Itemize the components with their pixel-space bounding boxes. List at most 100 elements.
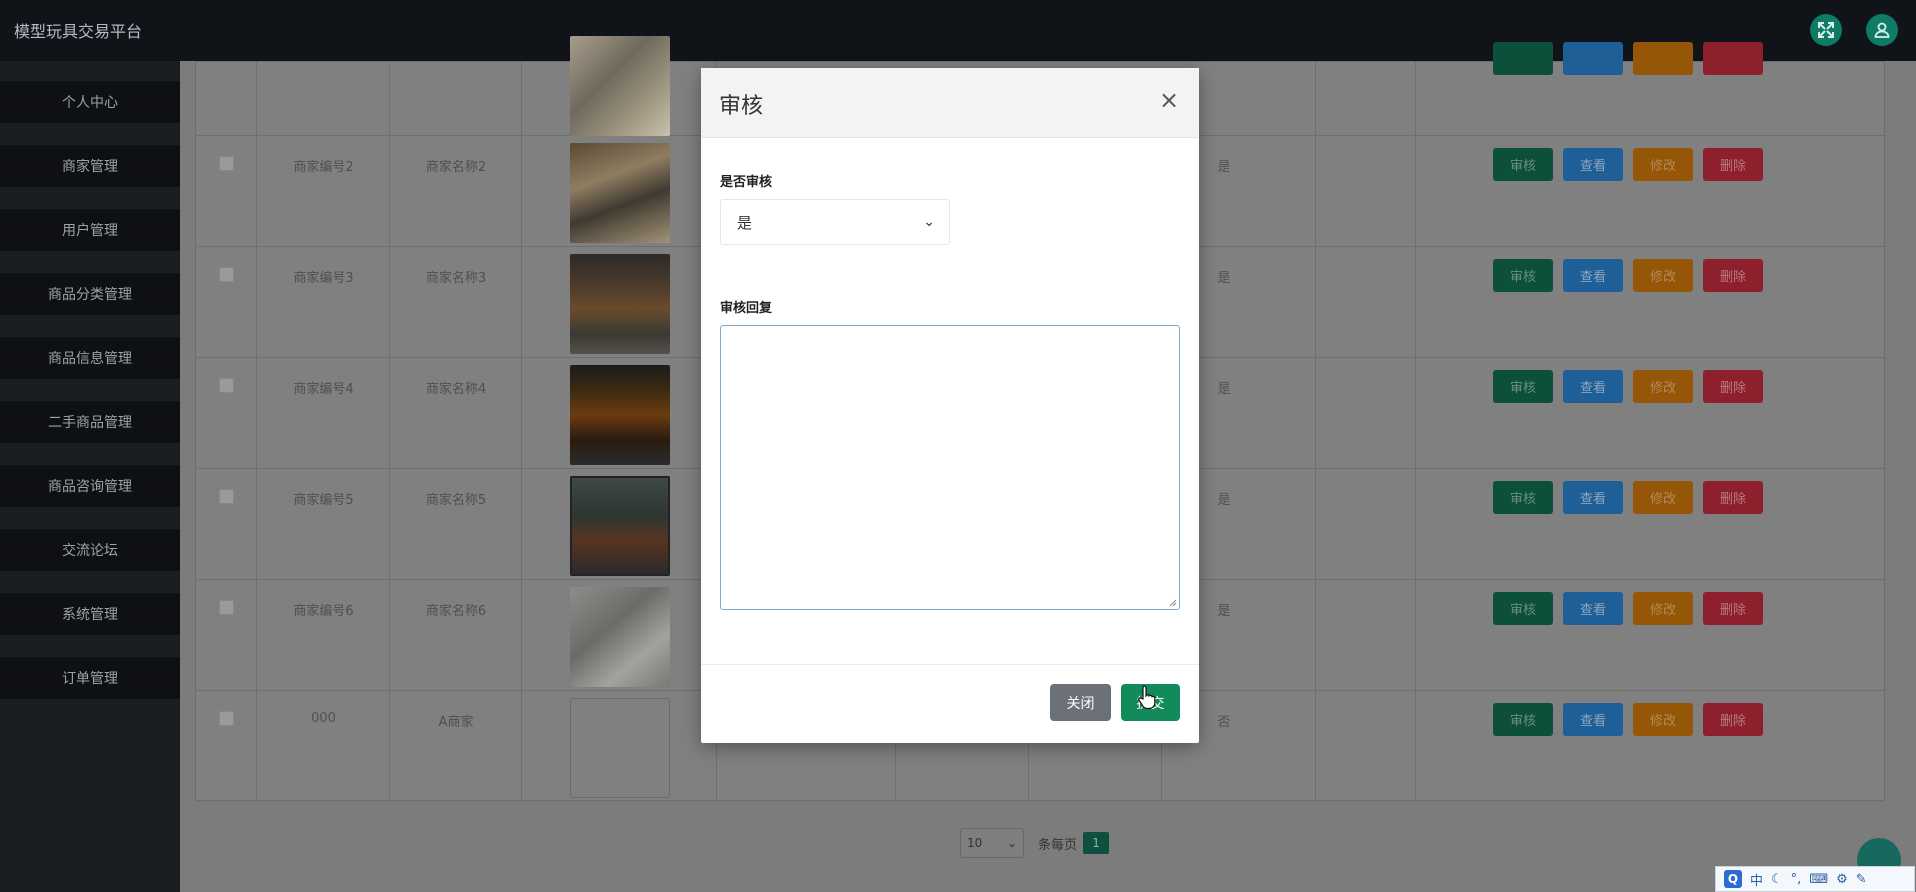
page-size-select[interactable]: 10 ⌄ (960, 828, 1024, 858)
sidebar-item-consultation-management[interactable]: 商品咨询管理 (0, 465, 180, 507)
close-icon[interactable]: × (1159, 86, 1179, 114)
delete-button[interactable]: 删除 (1703, 481, 1763, 514)
audit-status-value: 是 (737, 213, 753, 232)
audit-status: 是 (1217, 382, 1231, 397)
top-bar: 模型玩具交易平台 (0, 0, 1916, 61)
user-avatar-icon[interactable] (1866, 14, 1898, 46)
sidebar-item-user-management[interactable]: 用户管理 (0, 209, 180, 251)
merchant-id: 商家编号3 (293, 271, 354, 286)
merchant-name: 商家名称6 (425, 604, 487, 619)
sidebar-item-system-management[interactable]: 系统管理 (0, 593, 180, 635)
hand-cursor-icon (1138, 685, 1156, 710)
audit-status: 是 (1217, 604, 1231, 619)
merchant-name: 商家名称2 (425, 160, 487, 175)
view-button[interactable]: 查看 (1563, 148, 1623, 181)
audit-reply-textarea[interactable] (720, 325, 1180, 610)
audit-button[interactable]: 审核 (1493, 370, 1553, 403)
merchant-id: 商家编号2 (293, 160, 354, 175)
edit-button[interactable]: 修改 (1633, 592, 1693, 625)
view-button[interactable]: 查看 (1563, 370, 1623, 403)
moon-icon[interactable]: ☾ (1771, 872, 1783, 887)
merchant-id: 商家编号5 (293, 493, 354, 508)
pagination: 10 ⌄ 条每页 1 (960, 827, 1110, 859)
sidebar-item-merchant-management[interactable]: 商家管理 (0, 145, 180, 187)
delete-button[interactable]: 删除 (1703, 703, 1763, 736)
row-checkbox[interactable] (219, 378, 234, 393)
row-checkbox[interactable] (219, 489, 234, 504)
edit-button[interactable]: 修改 (1633, 481, 1693, 514)
audit-reply-label: 审核回复 (720, 301, 773, 316)
merchant-name: 商家名称4 (425, 382, 487, 397)
view-button[interactable] (1563, 42, 1623, 75)
row-checkbox[interactable] (219, 156, 234, 171)
view-button[interactable]: 查看 (1563, 703, 1623, 736)
row-checkbox[interactable] (219, 600, 234, 615)
audit-button[interactable]: 审核 (1493, 148, 1553, 181)
ime-logo-icon[interactable]: Q (1724, 870, 1742, 888)
sidebar-item-order-management[interactable]: 订单管理 (0, 657, 180, 699)
fullscreen-icon[interactable] (1810, 14, 1842, 46)
merchant-image (570, 143, 670, 243)
merchant-image (570, 254, 670, 354)
chevron-down-icon: ⌄ (923, 214, 935, 230)
merchant-name: 商家名称3 (425, 271, 487, 286)
edit-button[interactable]: 修改 (1633, 370, 1693, 403)
sidebar-item-forum[interactable]: 交流论坛 (0, 529, 180, 571)
audit-button[interactable]: 审核 (1493, 481, 1553, 514)
sidebar-item-secondhand-management[interactable]: 二手商品管理 (0, 401, 180, 443)
audit-status-select[interactable]: 是 ⌄ (720, 199, 950, 245)
modal-title: 审核 (719, 94, 764, 119)
chevron-down-icon: ⌄ (1006, 836, 1017, 850)
view-button[interactable]: 查看 (1563, 259, 1623, 292)
merchant-name: 商家名称5 (425, 493, 487, 508)
resize-grip-icon[interactable] (1167, 597, 1177, 607)
audit-button[interactable]: 审核 (1493, 259, 1553, 292)
merchant-image (570, 587, 670, 687)
delete-button[interactable]: 删除 (1703, 370, 1763, 403)
per-page-label: 条每页 (1038, 837, 1078, 853)
audit-status-label: 是否审核 (720, 175, 773, 190)
audit-status: 否 (1217, 715, 1231, 730)
modal-footer-divider (701, 664, 1199, 665)
audit-modal: 审核 × 是否审核 是 ⌄ 审核回复 关闭 提交 (701, 68, 1199, 743)
edit-button[interactable] (1633, 42, 1693, 75)
modal-header: 审核 × (701, 68, 1199, 138)
ime-punctuation[interactable]: °, (1791, 872, 1802, 887)
sidebar-item-product-info-management[interactable]: 商品信息管理 (0, 337, 180, 379)
delete-button[interactable]: 删除 (1703, 259, 1763, 292)
page-size-value: 10 (967, 836, 983, 850)
edit-button[interactable]: 修改 (1633, 148, 1693, 181)
sidebar-item-category-management[interactable]: 商品分类管理 (0, 273, 180, 315)
audit-button[interactable] (1493, 42, 1553, 75)
close-button[interactable]: 关闭 (1050, 684, 1111, 721)
view-button[interactable]: 查看 (1563, 481, 1623, 514)
wrench-icon[interactable]: ✎ (1856, 872, 1867, 887)
edit-button[interactable]: 修改 (1633, 703, 1693, 736)
tools-icon[interactable]: ⚙ (1836, 872, 1848, 887)
app-title: 模型玩具交易平台 (14, 22, 143, 41)
merchant-id: 商家编号6 (293, 604, 354, 619)
merchant-id: 000 (311, 711, 336, 726)
audit-button[interactable]: 审核 (1493, 703, 1553, 736)
merchant-id: 商家编号4 (293, 382, 354, 397)
merchant-name: A商家 (438, 715, 474, 730)
keyboard-icon[interactable]: ⌨ (1809, 872, 1828, 887)
audit-button[interactable]: 审核 (1493, 592, 1553, 625)
row-checkbox[interactable] (219, 711, 234, 726)
audit-status: 是 (1217, 493, 1231, 508)
merchant-image (570, 36, 670, 136)
ime-language[interactable]: 中 (1750, 870, 1763, 889)
audit-status: 是 (1217, 271, 1231, 286)
edit-button[interactable]: 修改 (1633, 259, 1693, 292)
row-checkbox[interactable] (219, 267, 234, 282)
audit-status: 是 (1217, 160, 1231, 175)
delete-button[interactable]: 删除 (1703, 148, 1763, 181)
merchant-image (570, 365, 670, 465)
delete-button[interactable]: 删除 (1703, 592, 1763, 625)
ime-toolbar: Q 中 ☾ °, ⌨ ⚙ ✎ (1715, 866, 1915, 892)
delete-button[interactable] (1703, 42, 1763, 75)
view-button[interactable]: 查看 (1563, 592, 1623, 625)
sidebar-item-personal-center[interactable]: 个人中心 (0, 81, 180, 123)
page-number-current[interactable]: 1 (1083, 832, 1110, 854)
merchant-image (570, 476, 670, 576)
